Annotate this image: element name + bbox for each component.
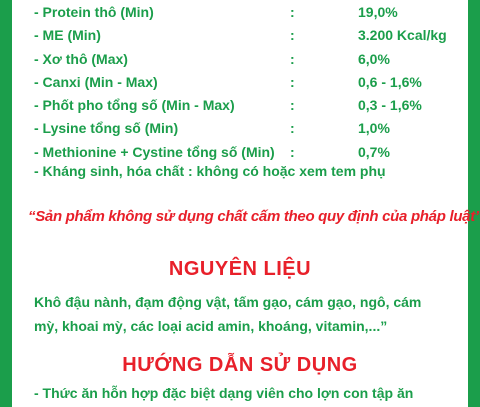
spec-separator: :: [290, 97, 295, 114]
nutrition-spec-list: - Protein thô (Min) : 19,0% - ME (Min) :…: [34, 0, 454, 163]
spec-name: - Methionine + Cystine tổng số (Min): [34, 143, 275, 160]
spec-separator: :: [290, 50, 295, 67]
spec-row: - Lysine tổng số (Min) : 1,0%: [34, 116, 454, 139]
spec-value: 3.200 Kcal/kg: [358, 27, 447, 44]
spec-name: - Canxi (Min - Max): [34, 73, 158, 90]
spec-row: - ME (Min) : 3.200 Kcal/kg: [34, 23, 454, 46]
ingredients-text: Khô đậu nành, đạm động vật, tấm gạo, cám…: [34, 290, 454, 338]
spec-name: - Protein thô (Min): [34, 4, 154, 20]
spec-name: - Xơ thô (Max): [34, 50, 128, 67]
ingredients-line: mỳ, khoai mỳ, các loại acid amin, khoáng…: [34, 318, 388, 334]
spec-value: 1,0%: [358, 120, 390, 137]
spec-row: - Xơ thô (Max) : 6,0%: [34, 47, 454, 70]
ingredients-line: Khô đậu nành, đạm động vật, tấm gạo, cám…: [34, 294, 422, 310]
spec-value: 19,0%: [358, 4, 398, 20]
spec-value: 0,7%: [358, 143, 390, 160]
spec-name: - Phốt pho tổng số (Min - Max): [34, 97, 235, 114]
spec-row: - Protein thô (Min) : 19,0%: [34, 0, 454, 23]
ingredients-heading: NGUYÊN LIỆU: [168, 258, 312, 280]
spec-separator: :: [290, 4, 295, 20]
legal-slogan: “Sản phẩm không sử dụng chất cấm theo qu…: [28, 208, 480, 225]
spec-name: - ME (Min): [34, 27, 101, 44]
usage-text: - Thức ăn hỗn hợp đặc biệt dạng viên cho…: [34, 385, 414, 401]
spec-separator: :: [290, 27, 295, 44]
spec-separator: :: [290, 120, 295, 137]
spec-value: 6,0%: [358, 50, 390, 67]
spec-value: 0,3 - 1,6%: [358, 97, 422, 114]
spec-name: - Lysine tổng số (Min): [34, 120, 179, 137]
spec-value: 0,6 - 1,6%: [358, 73, 422, 90]
spec-separator: :: [290, 143, 295, 160]
antibiotic-notice: - Kháng sinh, hóa chất : không có hoặc x…: [34, 163, 386, 179]
spec-separator: :: [290, 73, 295, 90]
spec-row: - Methionine + Cystine tổng số (Min) : 0…: [34, 140, 454, 163]
spec-row: - Canxi (Min - Max) : 0,6 - 1,6%: [34, 70, 454, 93]
usage-heading: HƯỚNG DẪN SỬ DỤNG: [122, 354, 358, 376]
spec-row: - Phốt pho tổng số (Min - Max) : 0,3 - 1…: [34, 93, 454, 116]
